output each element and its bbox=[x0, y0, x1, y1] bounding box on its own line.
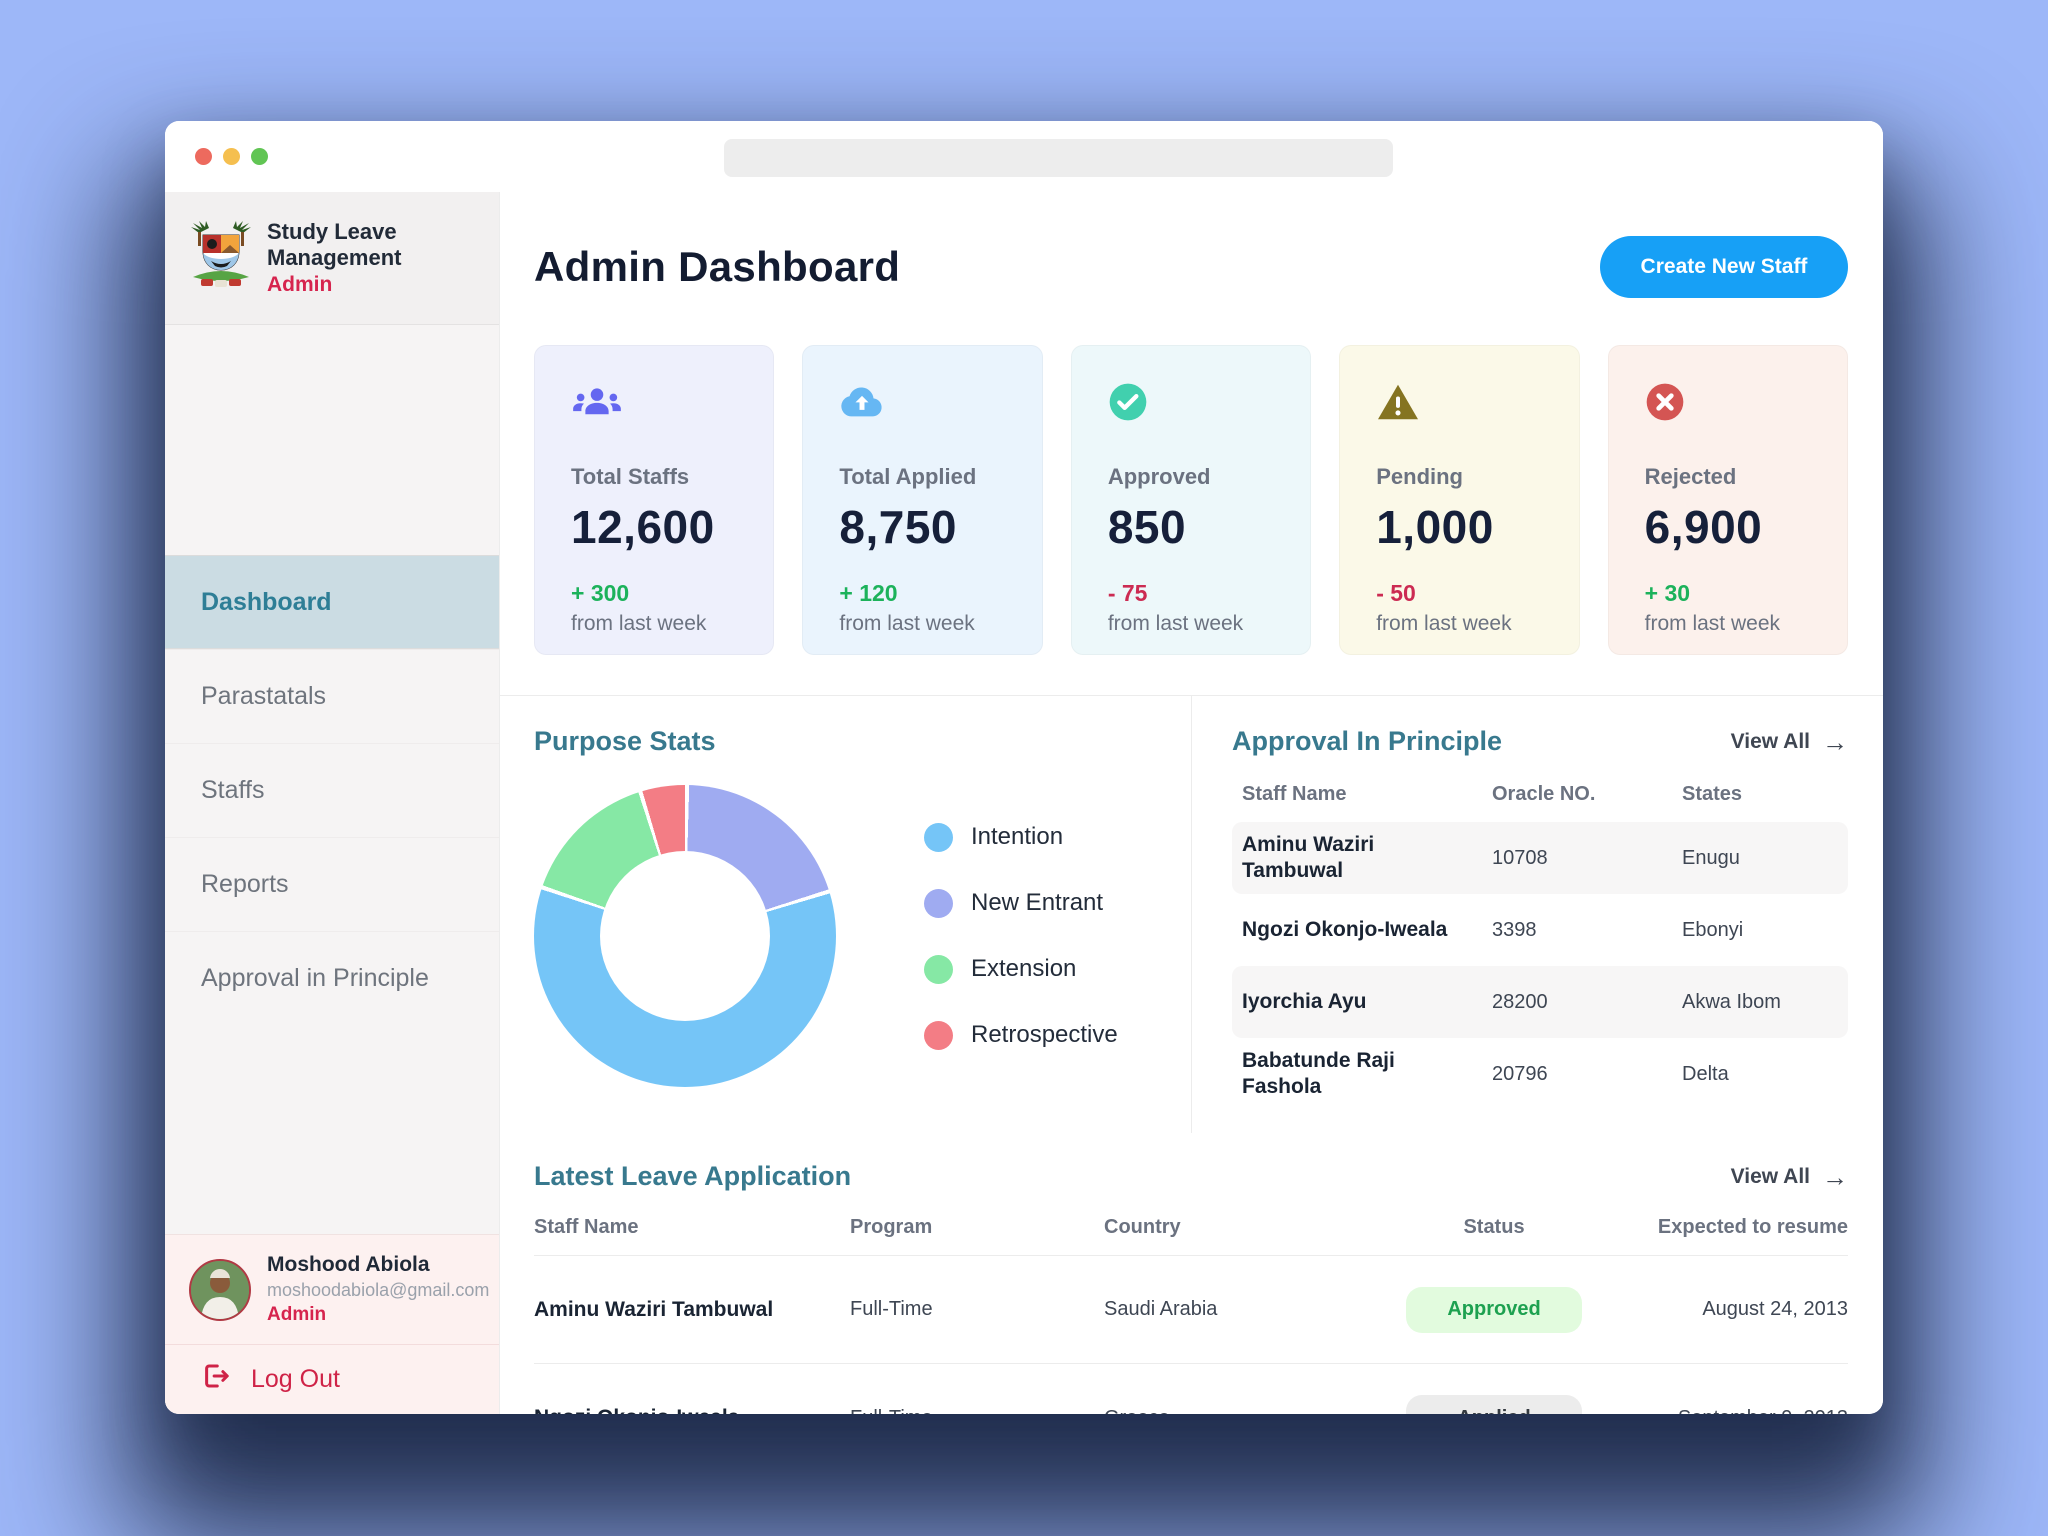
legend-dot-new-entrant bbox=[924, 889, 953, 918]
sidebar-item-approval-in-principle[interactable]: Approval in Principle bbox=[165, 931, 499, 1025]
table-row: Iyorchia Ayu 28200 Akwa Ibom bbox=[1232, 966, 1848, 1038]
minimize-window-button[interactable] bbox=[223, 148, 240, 165]
x-circle-icon bbox=[1645, 382, 1827, 424]
table-row: Aminu Waziri Tambuwal 10708 Enugu bbox=[1232, 822, 1848, 894]
approval-table: Staff Name Oracle NO. States Aminu Wazir… bbox=[1232, 775, 1848, 1110]
brand-logo bbox=[189, 221, 253, 296]
latest-leave-section: Latest Leave Application View All → Staf… bbox=[534, 1133, 1848, 1414]
chart-legend: Intention New Entrant Extension bbox=[924, 823, 1118, 1050]
latest-leave-table: Staff Name Program Country Status Expect… bbox=[534, 1216, 1848, 1414]
sidebar-item-staffs[interactable]: Staffs bbox=[165, 743, 499, 837]
profile-name: Moshood Abiola bbox=[267, 1253, 489, 1277]
approval-in-principle-panel: Approval In Principle View All → Staff N… bbox=[1192, 696, 1848, 1133]
stat-note: from last week bbox=[839, 612, 1021, 636]
logout-icon bbox=[201, 1361, 231, 1398]
col-states: States bbox=[1682, 783, 1848, 806]
col-oracle-no: Oracle NO. bbox=[1492, 783, 1682, 806]
col-program: Program bbox=[850, 1216, 1104, 1239]
stat-value: 8,750 bbox=[839, 500, 1021, 554]
stat-cards: Total Staffs 12,600 + 300 from last week… bbox=[534, 345, 1848, 655]
latest-leave-view-all-link[interactable]: View All → bbox=[1731, 1164, 1848, 1190]
window-titlebar bbox=[165, 121, 1883, 192]
arrow-right-icon: → bbox=[1822, 729, 1848, 755]
profile-email: moshoodabiola@gmail.com bbox=[267, 1280, 489, 1301]
legend-item-retrospective: Retrospective bbox=[924, 1021, 1118, 1050]
check-circle-icon bbox=[1108, 382, 1290, 424]
col-staff-name: Staff Name bbox=[534, 1216, 850, 1239]
stat-value: 6,900 bbox=[1645, 500, 1827, 554]
stat-note: from last week bbox=[1645, 612, 1827, 636]
stat-delta: - 50 bbox=[1376, 580, 1558, 607]
latest-leave-title: Latest Leave Application bbox=[534, 1161, 851, 1192]
profile-role: Admin bbox=[267, 1304, 489, 1326]
stat-delta: + 30 bbox=[1645, 580, 1827, 607]
col-country: Country bbox=[1104, 1216, 1384, 1239]
col-staff-name: Staff Name bbox=[1242, 783, 1492, 806]
sidebar-item-dashboard[interactable]: Dashboard bbox=[165, 555, 499, 649]
approval-view-all-link[interactable]: View All → bbox=[1731, 729, 1848, 755]
stat-value: 12,600 bbox=[571, 500, 753, 554]
table-row: Ngozi Okonjo-Iweala Full-Time Greece App… bbox=[534, 1364, 1848, 1414]
col-status: Status bbox=[1384, 1216, 1604, 1239]
page-title: Admin Dashboard bbox=[534, 243, 900, 291]
stat-label: Pending bbox=[1376, 464, 1558, 490]
logout-button[interactable]: Log Out bbox=[165, 1344, 499, 1414]
legend-dot-extension bbox=[924, 955, 953, 984]
stat-card-rejected: Rejected 6,900 + 30 from last week bbox=[1608, 345, 1848, 655]
stat-note: from last week bbox=[571, 612, 753, 636]
arrow-right-icon: → bbox=[1822, 1164, 1848, 1190]
stat-value: 1,000 bbox=[1376, 500, 1558, 554]
legend-item-extension: Extension bbox=[924, 955, 1118, 984]
maximize-window-button[interactable] bbox=[251, 148, 268, 165]
create-new-staff-button[interactable]: Create New Staff bbox=[1600, 236, 1848, 298]
sidebar: Study Leave Management Admin Dashboard P… bbox=[165, 192, 500, 1414]
stat-label: Total Staffs bbox=[571, 464, 753, 490]
avatar bbox=[189, 1259, 251, 1321]
main-content: Admin Dashboard Create New Staff bbox=[500, 192, 1883, 1414]
stat-card-pending: Pending 1,000 - 50 from last week bbox=[1339, 345, 1579, 655]
profile-card[interactable]: Moshood Abiola moshoodabiola@gmail.com A… bbox=[165, 1234, 499, 1344]
purpose-stats-panel: Purpose Stats Intention New Entrant bbox=[534, 696, 1192, 1133]
stat-delta: - 75 bbox=[1108, 580, 1290, 607]
stat-label: Total Applied bbox=[839, 464, 1021, 490]
sidebar-spacer bbox=[165, 325, 499, 555]
people-group-icon bbox=[571, 382, 753, 424]
stat-delta: + 300 bbox=[571, 580, 753, 607]
col-expected-to-resume: Expected to resume bbox=[1604, 1216, 1848, 1239]
purpose-stats-title: Purpose Stats bbox=[534, 726, 1151, 757]
legend-item-intention: Intention bbox=[924, 823, 1118, 852]
brand-subtitle: Admin bbox=[267, 273, 401, 297]
legend-dot-intention bbox=[924, 823, 953, 852]
stat-note: from last week bbox=[1376, 612, 1558, 636]
purpose-donut-chart bbox=[534, 785, 836, 1087]
address-bar[interactable] bbox=[724, 139, 1393, 177]
stat-label: Rejected bbox=[1645, 464, 1827, 490]
stat-value: 850 bbox=[1108, 500, 1290, 554]
app-window: Study Leave Management Admin Dashboard P… bbox=[165, 121, 1883, 1414]
status-badge: Applied bbox=[1406, 1395, 1582, 1414]
table-row: Aminu Waziri Tambuwal Full-Time Saudi Ar… bbox=[534, 1256, 1848, 1364]
stat-label: Approved bbox=[1108, 464, 1290, 490]
logout-label: Log Out bbox=[251, 1365, 340, 1394]
status-badge: Approved bbox=[1406, 1287, 1582, 1333]
legend-item-new-entrant: New Entrant bbox=[924, 889, 1118, 918]
brand: Study Leave Management Admin bbox=[165, 192, 499, 325]
sidebar-fill bbox=[165, 1025, 499, 1234]
stat-card-approved: Approved 850 - 75 from last week bbox=[1071, 345, 1311, 655]
stat-delta: + 120 bbox=[839, 580, 1021, 607]
stat-note: from last week bbox=[1108, 612, 1290, 636]
close-window-button[interactable] bbox=[195, 148, 212, 165]
brand-title-line1: Study Leave bbox=[267, 219, 401, 245]
stat-card-total-applied: Total Applied 8,750 + 120 from last week bbox=[802, 345, 1042, 655]
legend-dot-retrospective bbox=[924, 1021, 953, 1050]
cloud-upload-icon bbox=[839, 382, 1021, 424]
sidebar-item-reports[interactable]: Reports bbox=[165, 837, 499, 931]
sidebar-item-parastatals[interactable]: Parastatals bbox=[165, 649, 499, 743]
brand-title-line2: Management bbox=[267, 245, 401, 271]
approval-in-principle-title: Approval In Principle bbox=[1232, 726, 1502, 757]
stat-card-total-staffs: Total Staffs 12,600 + 300 from last week bbox=[534, 345, 774, 655]
warning-triangle-icon bbox=[1376, 382, 1558, 424]
table-row: Babatunde Raji Fashola 20796 Delta bbox=[1232, 1038, 1848, 1110]
table-row: Ngozi Okonjo-Iweala 3398 Ebonyi bbox=[1232, 894, 1848, 966]
